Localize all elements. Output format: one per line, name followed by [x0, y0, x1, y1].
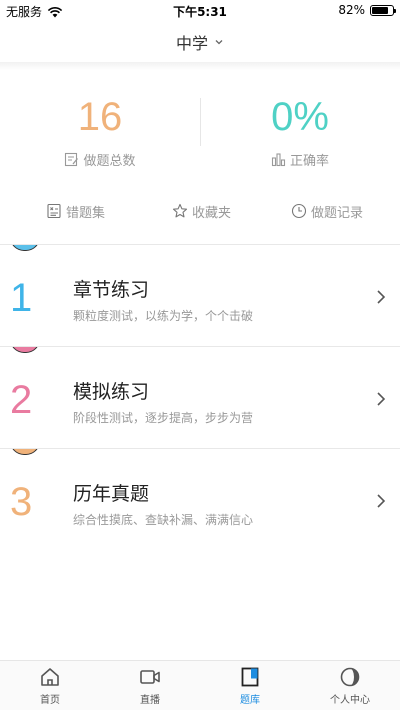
bar-chart-icon	[271, 153, 286, 167]
practice-card-past-exams[interactable]: 3 历年真题 综合性摸底、查缺补漏、满满信心	[0, 448, 400, 550]
practice-title: 历年真题	[73, 483, 150, 505]
practice-subtitle: 阶段性测试，逐步提高，步步为营	[73, 411, 254, 425]
page-title: 中学	[175, 34, 208, 53]
stat-accuracy[interactable]: 0% 正确率	[200, 90, 400, 169]
error-book-icon	[47, 203, 61, 219]
star-icon	[172, 203, 188, 218]
practice-title: 模拟练习	[73, 381, 150, 403]
questions-done-label: 做题总数	[83, 154, 136, 169]
question-bank-icon	[241, 667, 259, 686]
practice-card-chapter[interactable]: 1 章节练习 颗粒度测试，以练为学，个个击破	[0, 244, 400, 346]
card-decoration	[10, 245, 40, 251]
quick-link-label: 做题记录	[311, 205, 364, 221]
quick-link-history[interactable]: 做题记录	[291, 196, 363, 226]
practice-list: 1 章节练习 颗粒度测试，以练为学，个个击破 2 模拟练习 阶段性测试，逐步提高…	[0, 244, 400, 550]
tab-label: 首页	[40, 694, 60, 706]
tab-bar: 首页 直播 题库 个人中心	[0, 660, 400, 710]
tab-label: 题库	[240, 694, 260, 706]
chevron-right-icon	[377, 290, 386, 304]
card-decoration	[10, 347, 40, 353]
battery-level	[372, 6, 389, 14]
chevron-right-icon	[377, 494, 386, 508]
practice-number: 1	[10, 276, 33, 320]
video-camera-icon	[140, 669, 160, 684]
practice-subtitle: 颗粒度测试，以练为学，个个击破	[73, 309, 254, 323]
level-selector[interactable]: 中学	[0, 22, 400, 62]
battery-percent: 82%	[338, 3, 365, 17]
practice-title: 章节练习	[73, 279, 150, 301]
header-shadow	[0, 62, 400, 70]
practice-subtitle: 综合性摸底、查缺补漏、满满信心	[73, 513, 254, 527]
practice-card-mock[interactable]: 2 模拟练习 阶段性测试，逐步提高，步步为营	[0, 346, 400, 448]
questions-done-caption: 做题总数	[0, 150, 200, 169]
practice-number: 2	[10, 378, 33, 422]
tab-live[interactable]: 直播	[100, 661, 200, 710]
stats-panel: 16 做题总数 0% 正确率	[0, 90, 400, 180]
home-icon	[41, 667, 59, 686]
practice-number: 3	[10, 480, 33, 524]
quick-link-label: 收藏夹	[192, 205, 232, 221]
questions-done-value: 16	[77, 95, 123, 139]
tab-label: 直播	[140, 694, 160, 706]
accuracy-caption: 正确率	[200, 150, 400, 169]
tab-home[interactable]: 首页	[0, 661, 100, 710]
chevron-down-icon	[215, 40, 223, 45]
tab-label: 个人中心	[330, 694, 370, 706]
clock-icon	[291, 203, 307, 219]
battery-icon	[370, 4, 396, 16]
status-bar: 无服务 下午5:31 82%	[0, 0, 400, 22]
edit-note-icon	[65, 152, 79, 167]
quick-link-error-book[interactable]: 错题集	[46, 196, 105, 226]
tab-profile[interactable]: 个人中心	[300, 661, 400, 710]
accuracy-label: 正确率	[289, 154, 329, 169]
stat-questions-done[interactable]: 16 做题总数	[0, 90, 200, 169]
quick-links: 错题集 收藏夹 做题记录	[0, 196, 400, 226]
tab-question-bank[interactable]: 题库	[200, 661, 300, 710]
profile-icon	[340, 667, 360, 686]
quick-link-favorites[interactable]: 收藏夹	[172, 196, 231, 226]
status-right: 82%	[338, 3, 396, 17]
chevron-right-icon	[377, 392, 386, 406]
quick-link-label: 错题集	[66, 205, 106, 221]
accuracy-value: 0%	[271, 95, 329, 139]
card-decoration	[10, 449, 40, 455]
